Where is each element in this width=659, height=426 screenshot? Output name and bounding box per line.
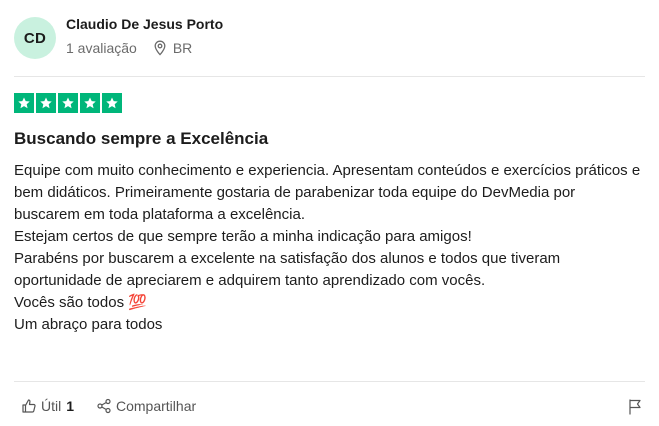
- review-paragraph: Equipe com muito conhecimento e experien…: [14, 162, 641, 223]
- review-paragraph: Estejam certos de que sempre terão a min…: [14, 228, 472, 245]
- review-body: Equipe com muito conhecimento e experien…: [14, 160, 644, 336]
- star-icon: [14, 93, 34, 113]
- location-pin-icon: [153, 40, 167, 56]
- footer-divider: [14, 381, 645, 382]
- reviewer-meta: 1 avaliação BR: [66, 40, 192, 56]
- star-rating: [14, 93, 122, 113]
- avatar[interactable]: CD: [14, 17, 56, 59]
- review-title[interactable]: Buscando sempre a Excelência: [14, 129, 268, 149]
- review-paragraph: Um abraço para todos: [14, 316, 163, 333]
- useful-button[interactable]: Útil 1: [21, 398, 74, 414]
- useful-label: Útil: [41, 398, 62, 414]
- star-icon: [58, 93, 78, 113]
- share-label: Compartilhar: [116, 398, 197, 414]
- reviewer-name[interactable]: Claudio De Jesus Porto: [66, 16, 223, 32]
- review-card: CD Claudio De Jesus Porto 1 avaliação BR…: [0, 0, 659, 426]
- review-paragraph: Parabéns por buscarem a excelente na sat…: [14, 250, 561, 289]
- thumbs-up-icon: [21, 398, 37, 414]
- useful-count: 1: [66, 398, 75, 414]
- review-paragraph: Vocês são todos 💯: [14, 294, 147, 311]
- share-button[interactable]: Compartilhar: [96, 398, 196, 414]
- avatar-initials: CD: [23, 29, 47, 47]
- share-icon: [96, 398, 112, 414]
- flag-icon[interactable]: [627, 398, 643, 415]
- header-divider: [14, 76, 645, 77]
- star-icon: [36, 93, 56, 113]
- review-footer: Útil 1 Compartilhar: [21, 398, 645, 418]
- star-icon: [102, 93, 122, 113]
- review-count: 1 avaliação: [66, 40, 137, 56]
- reviewer-country: BR: [172, 40, 193, 56]
- star-icon: [80, 93, 100, 113]
